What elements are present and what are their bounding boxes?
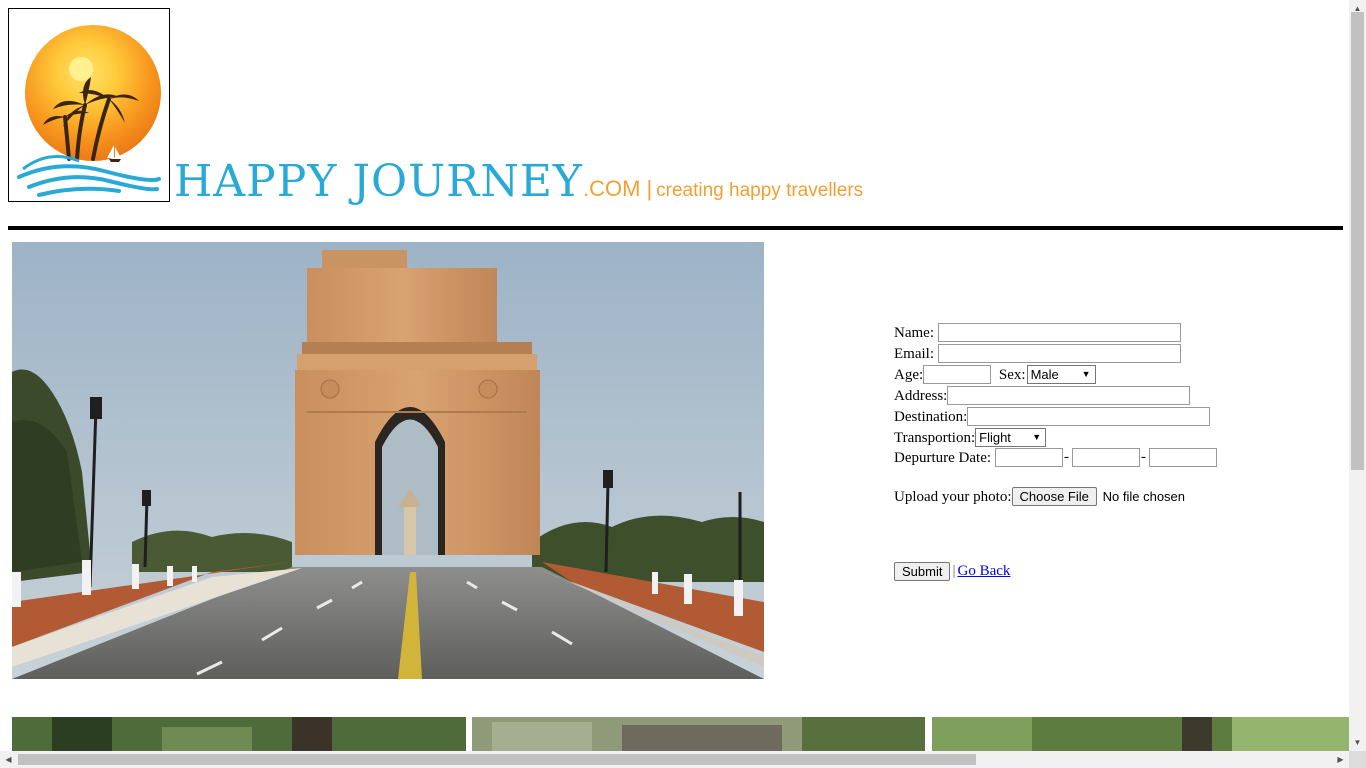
date-separator: - [1141, 449, 1147, 465]
vertical-scrollbar[interactable]: ▲ ▼ [1349, 0, 1366, 751]
horizontal-scrollbar[interactable]: ◀ ▶ [0, 751, 1349, 768]
brand-heading: HAPPY JOURNEY.COM | creating happy travell… [174, 156, 863, 207]
brand-name: HAPPY JOURNEY [174, 156, 583, 207]
sex-select-value: Male [1030, 367, 1059, 383]
departure-month-input[interactable] [1072, 448, 1141, 468]
email-label: Email: [894, 345, 934, 362]
brand-domain: .COM [582, 176, 641, 201]
name-input[interactable] [937, 323, 1181, 343]
gallery-image-2 [472, 717, 925, 751]
go-back-link[interactable]: Go Back [957, 563, 1010, 579]
name-label: Name: [894, 324, 934, 341]
transport-select[interactable]: Flight ▼ [975, 428, 1047, 448]
scroll-right-icon[interactable]: ▶ [1332, 751, 1349, 768]
page-viewport: HAPPY JOURNEY.COM | creating happy travell… [0, 0, 1349, 751]
transport-label: Transportion: [894, 429, 976, 446]
india-gate-image [12, 242, 764, 679]
gallery-image-3 [932, 717, 1349, 751]
horizontal-scroll-thumb[interactable] [18, 754, 976, 765]
choose-file-button[interactable]: Choose File [1011, 487, 1097, 507]
header-divider [8, 226, 1343, 230]
scrollbar-corner [1349, 751, 1366, 768]
upload-photo-label: Upload your photo: [894, 488, 1012, 505]
departure-date-label: Depurture Date: [894, 449, 992, 466]
scroll-left-icon[interactable]: ◀ [0, 751, 17, 768]
age-label: Age: [894, 366, 924, 383]
departure-year-input[interactable] [1149, 448, 1218, 468]
logo [8, 8, 170, 202]
address-input[interactable] [947, 386, 1191, 406]
file-status: No file chosen [1102, 488, 1186, 504]
destination-label: Destination: [894, 408, 968, 425]
chevron-down-icon: ▼ [1081, 369, 1091, 380]
brand-tagline: creating happy travellers [656, 180, 864, 201]
departure-day-input[interactable] [995, 448, 1064, 468]
sex-select[interactable]: Male ▼ [1026, 365, 1096, 385]
gallery-image-1 [12, 717, 466, 751]
date-separator: - [1064, 449, 1070, 465]
submit-button[interactable]: Submit [894, 562, 951, 582]
vertical-scroll-thumb[interactable] [1351, 12, 1364, 470]
transport-select-value: Flight [979, 430, 1011, 446]
email-input[interactable] [938, 344, 1181, 364]
destination-input[interactable] [967, 407, 1211, 427]
address-label: Address: [894, 387, 948, 404]
brand-separator: | [646, 176, 653, 201]
scroll-down-icon[interactable]: ▼ [1349, 734, 1366, 751]
action-separator: | [952, 563, 956, 579]
sex-label: Sex: [998, 366, 1026, 383]
age-input[interactable] [923, 365, 992, 385]
chevron-down-icon: ▼ [1032, 432, 1042, 443]
